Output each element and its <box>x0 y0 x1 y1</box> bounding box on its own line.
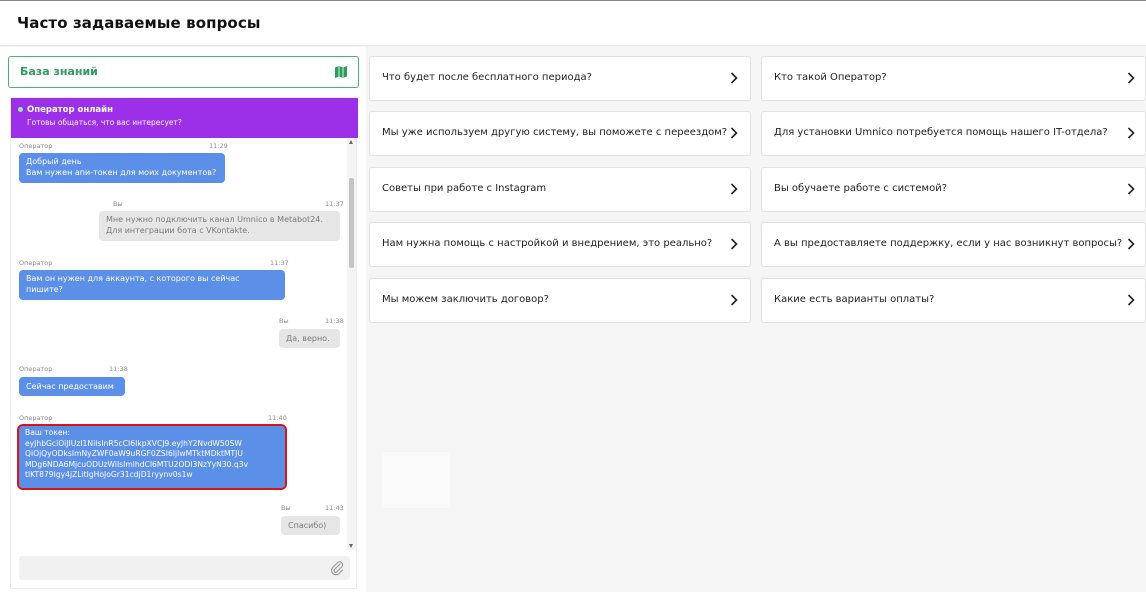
message-time: 11:40 <box>268 414 287 422</box>
chevron-right-icon <box>730 183 738 195</box>
map-icon <box>335 66 347 78</box>
left-panel: База знаний Оператор онлайн Готовы общат… <box>0 47 366 592</box>
chevron-right-icon <box>1127 127 1135 139</box>
user-message-bubble: Спасибо) <box>281 516 340 535</box>
faq-question: Для установки Umnico потребуется помощь … <box>774 127 1108 138</box>
faq-question: Какие есть варианты оплаты? <box>774 294 935 305</box>
chat-status-subtitle: Готовы общаться, что вас интересует? <box>27 118 182 127</box>
faq-question: А вы предоставляете поддержку, если у на… <box>774 238 1123 249</box>
faq-item[interactable]: Какие есть варианты оплаты? <box>761 278 1146 323</box>
message-time: 11:29 <box>209 142 228 150</box>
operator-message-bubble: Сейчас предоставим <box>19 377 125 396</box>
chevron-right-icon <box>1127 72 1135 84</box>
message-sender: Вы <box>281 504 291 512</box>
chevron-right-icon <box>1127 238 1135 250</box>
faq-item[interactable]: Кто такой Оператор? <box>761 56 1146 101</box>
knowledge-base-button[interactable]: База знаний <box>8 56 359 88</box>
message-input[interactable] <box>19 556 350 580</box>
knowledge-base-label: База знаний <box>20 65 98 78</box>
chat-scrollbar[interactable] <box>347 138 356 550</box>
message-sender: Оператор <box>19 259 53 267</box>
chat-status-title: Оператор онлайн <box>27 105 113 115</box>
scrollbar-thumb[interactable] <box>349 178 354 268</box>
chevron-right-icon <box>730 72 738 84</box>
message-time: 11:38 <box>109 365 128 373</box>
scroll-up-arrow-icon[interactable] <box>349 140 353 144</box>
message-sender: Оператор <box>19 142 53 150</box>
faq-item[interactable]: А вы предоставляете поддержку, если у на… <box>761 222 1146 267</box>
message-time: 11:37 <box>325 200 344 208</box>
message-sender: Оператор <box>19 365 53 373</box>
chevron-right-icon <box>1127 294 1135 306</box>
chat-widget: Оператор онлайн Готовы общаться, что вас… <box>10 97 358 589</box>
faq-item[interactable]: Вы обучаете работе с системой? <box>761 167 1146 212</box>
token-message-bubble: Ваш токен: eyJhbGciOiJIUzI1NiIsInR5cCI6I… <box>17 424 287 490</box>
blank-area <box>382 452 450 508</box>
message-sender: Вы <box>113 200 123 208</box>
message-list: Оператор 11:29 Добрый день Вам нужен апи… <box>11 138 348 550</box>
faq-item[interactable]: Советы при работе с Instagram <box>369 167 751 212</box>
operator-message-bubble: Добрый день Вам нужен апи-токен для моих… <box>19 153 225 183</box>
page-title: Часто задаваемые вопросы <box>17 14 261 32</box>
faq-question: Вы обучаете работе с системой? <box>774 183 948 194</box>
chevron-right-icon <box>1127 183 1135 195</box>
faq-item[interactable]: Что будет после бесплатного периода? <box>369 56 751 101</box>
faq-question: Мы можем заключить договор? <box>382 294 549 305</box>
faq-item[interactable]: Для установки Umnico потребуется помощь … <box>761 111 1146 156</box>
chevron-right-icon <box>730 294 738 306</box>
chat-header: Оператор онлайн Готовы общаться, что вас… <box>11 98 358 138</box>
faq-question: Нам нужна помощь с настройкой и внедрени… <box>382 238 713 249</box>
message-time: 11:37 <box>270 259 289 267</box>
faq-item[interactable]: Мы можем заключить договор? <box>369 278 751 323</box>
faq-question: Мы уже используем другую систему, вы пом… <box>382 127 728 138</box>
top-bar: Часто задаваемые вопросы <box>0 0 1146 46</box>
message-sender: Вы <box>279 317 289 325</box>
message-sender: Оператор <box>19 414 53 422</box>
faq-question: Кто такой Оператор? <box>774 72 887 83</box>
user-message-bubble: Мне нужно подключить канал Umnico в Meta… <box>99 211 340 241</box>
operator-message-bubble: Вам он нужен для аккаунта, с которого вы… <box>19 270 285 300</box>
scroll-down-arrow-icon[interactable] <box>349 544 353 548</box>
message-time: 11:38 <box>325 317 344 325</box>
user-message-bubble: Да, верно. <box>279 329 340 348</box>
chevron-right-icon <box>730 238 738 250</box>
faq-item[interactable]: Нам нужна помощь с настройкой и внедрени… <box>369 222 751 267</box>
faq-item[interactable]: Мы уже используем другую систему, вы пом… <box>369 111 751 156</box>
faq-question: Советы при работе с Instagram <box>382 183 547 194</box>
chevron-right-icon <box>730 127 738 139</box>
paperclip-icon[interactable] <box>330 560 344 576</box>
online-status-dot <box>18 107 23 112</box>
faq-question: Что будет после бесплатного периода? <box>382 72 592 83</box>
message-time: 11:43 <box>325 504 344 512</box>
